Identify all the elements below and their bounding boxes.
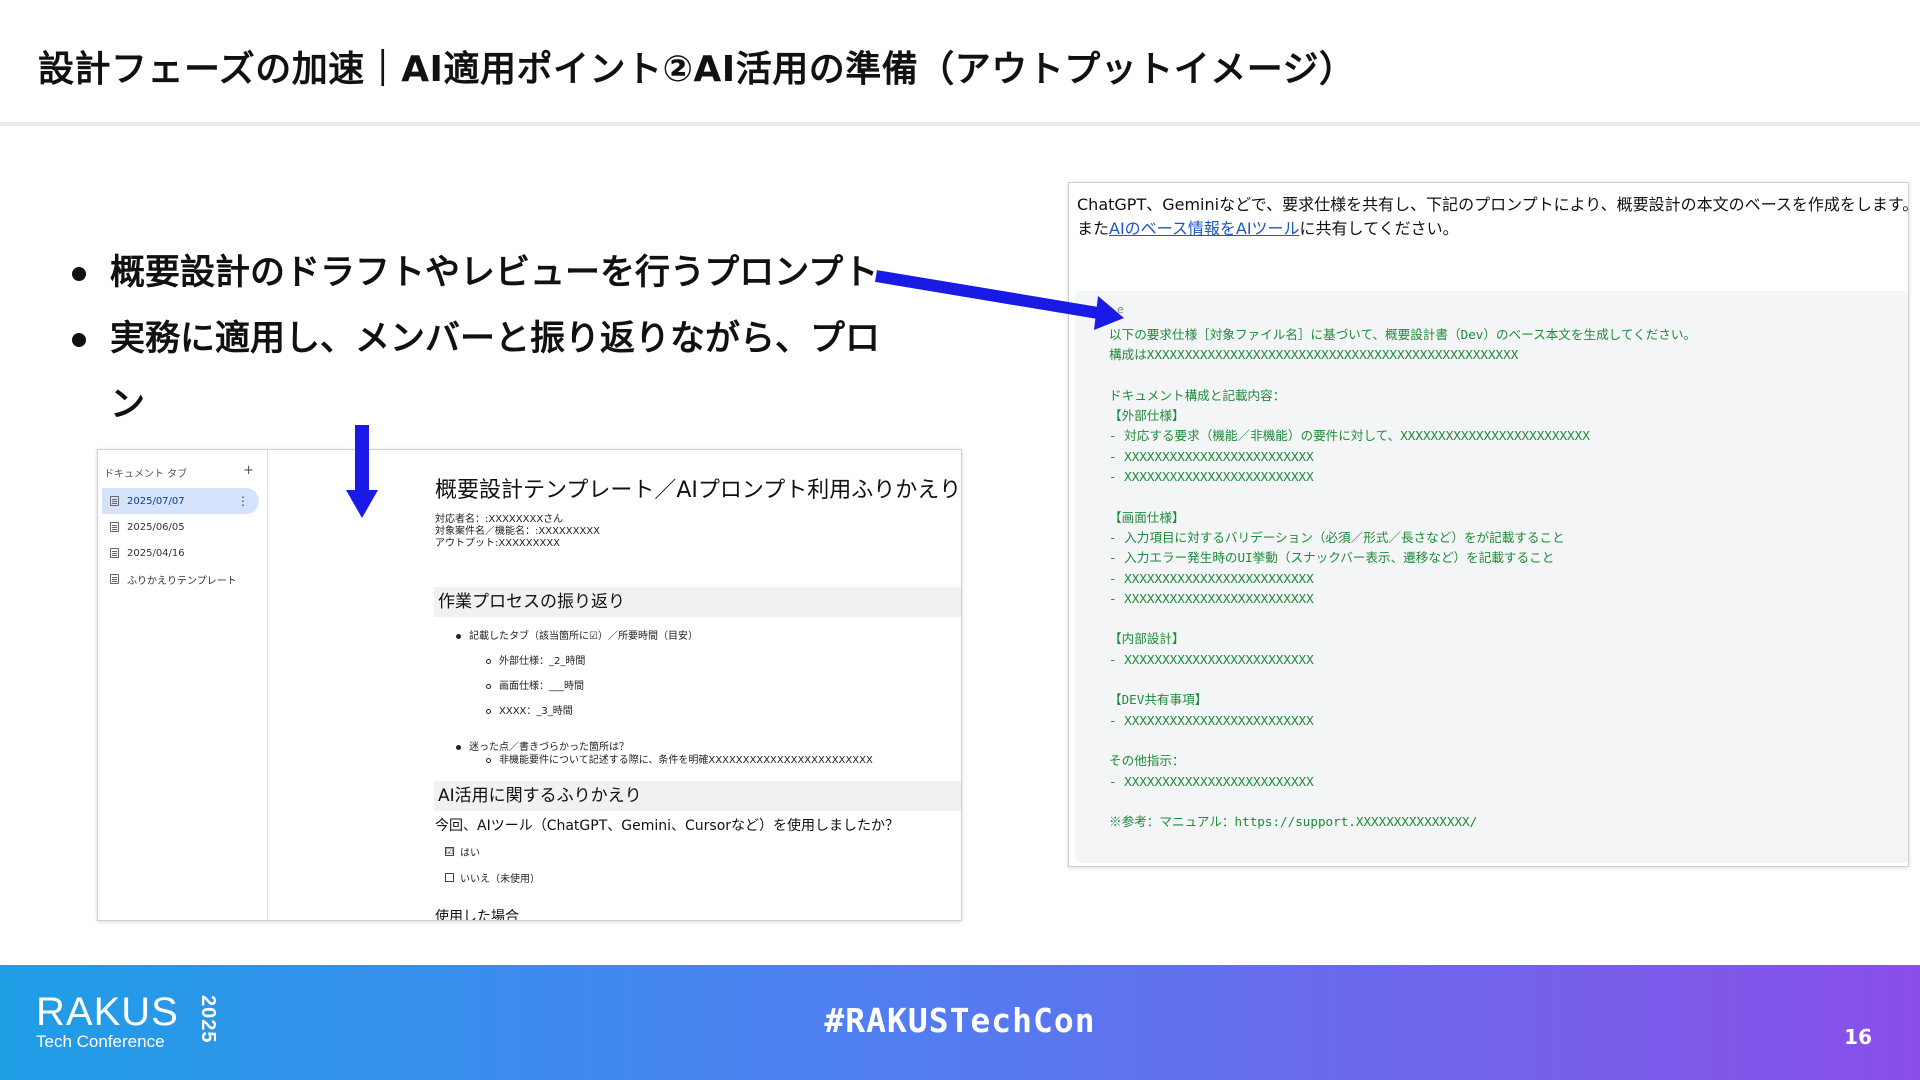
prompt-code-block: e 以下の要求仕様［対象ファイル名］に基づいて、概要設計書（Dev）のベース本文… [1075, 291, 1908, 863]
code-line: - 入力項目に対するバリデーション（必須／形式／長さなど）をが記載すること [1109, 529, 1565, 545]
doc-tab-2025-07-07[interactable]: 2025/07/07 ⋮ [102, 488, 259, 514]
slide-title: 設計フェーズの加速｜AI適用ポイント②AI活用の準備（アウトプットイメージ） [38, 49, 1356, 90]
code-line: - XXXXXXXXXXXXXXXXXXXXXXXXX [1109, 712, 1314, 728]
doc-meta-line: 対象案件名／機能名：:XXXXXXXXX [435, 526, 601, 537]
doc-meta-line: 対応者名：:XXXXXXXXさん [435, 514, 564, 525]
bullet-item: 概要設計のドラフトやレビューを行うプロンプト [70, 240, 910, 306]
checkbox-checked-icon: ☑ [445, 847, 454, 856]
code-line: 【画面仕様】 [1109, 509, 1185, 525]
prompt-intro: ChatGPT、Geminiなどで、要求仕様を共有し、下記のプロンプトにより、概… [1077, 193, 1909, 241]
document-tabs-header: ドキュメント タブ + [104, 463, 254, 480]
document-icon [110, 496, 119, 506]
doc-cut-text: 使用した場合 [435, 909, 519, 921]
bullet-text: 概要設計のドラフトやレビューを行うプロンプト [110, 253, 879, 293]
event-hashtag: #RAKUSTechCon [824, 1001, 1096, 1040]
code-line: 【DEV共有事項】 [1109, 692, 1208, 708]
code-line: - 入力エラー発生時のUI挙動（スナックバー表示、遷移など）を記載すること [1109, 550, 1555, 566]
title-divider [0, 122, 1920, 126]
doc-section-heading: AI活用に関するふりかえり [434, 781, 961, 811]
doc-tab-label: 2025/07/07 [127, 495, 185, 507]
code-line: ※参考：マニュアル：https://support.XXXXXXXXXXXXXX… [1109, 814, 1478, 830]
doc-tab-label: ふりかえりテンプレート [127, 575, 237, 587]
code-line: - 対応する要求（機能／非機能）の要件に対して、XXXXXXXXXXXXXXXX… [1109, 428, 1590, 444]
bullet-text: 実務に適用し、メンバーと振り返りながら、プロン [110, 319, 881, 425]
doc-sub-item: 画面仕様：___時間 [486, 677, 584, 692]
code-line: ドキュメント構成と記載内容： [1109, 387, 1286, 403]
footer-bar: RAKUS Tech Conference 2025 #RAKUSTechCon… [0, 965, 1920, 1080]
page-number: 16 [1844, 1025, 1872, 1049]
doc-tab-label: 2025/04/16 [127, 547, 185, 559]
code-line: その他指示： [1109, 753, 1185, 769]
document-tabs-sidebar: ドキュメント タブ + 2025/07/07 ⋮ 2025/06/05 2025… [98, 450, 268, 920]
doc-sub-item: 外部仕様：_2_時間 [486, 652, 585, 667]
document-icon [110, 574, 119, 584]
doc-tab-2025-04-16[interactable]: 2025/04/16 [102, 540, 259, 566]
doc-screenshot: ドキュメント タブ + 2025/07/07 ⋮ 2025/06/05 2025… [97, 449, 962, 921]
code-line: - XXXXXXXXXXXXXXXXXXXXXXXXX [1109, 448, 1314, 464]
doc-tab-template[interactable]: ふりかえりテンプレート [102, 566, 259, 592]
doc-title: 概要設計テンプレート／AIプロンプト利用ふりかえり [435, 478, 962, 503]
document-icon [110, 548, 119, 558]
code-line: 【外部仕様】 [1109, 408, 1185, 424]
code-block-label: e [1117, 303, 1124, 316]
doc-sub-item: 非機能要件について記述する際に、条件を明確XXXXXXXXXXXXXXXXXXX… [486, 751, 873, 766]
code-line: - XXXXXXXXXXXXXXXXXXXXXXXXX [1109, 469, 1314, 485]
code-line: - XXXXXXXXXXXXXXXXXXXXXXXXX [1109, 590, 1314, 606]
ai-base-info-link[interactable]: AIのベース情報をAIツール [1109, 219, 1300, 238]
checkbox-yes[interactable]: ☑ はい [445, 844, 480, 859]
checkbox-no[interactable]: いいえ（未使用） [445, 870, 540, 885]
doc-body: 概要設計テンプレート／AIプロンプト利用ふりかえり 対応者名：:XXXXXXXX… [268, 450, 961, 920]
code-line: - XXXXXXXXXXXXXXXXXXXXXXXXX [1109, 570, 1314, 586]
prompt-intro-line: またAIのベース情報をAIツールに共有してください。 [1077, 219, 1459, 238]
doc-meta: 対応者名：:XXXXXXXXさん 対象案件名／機能名：:XXXXXXXXX アウ… [435, 514, 600, 550]
code-line: 以下の要求仕様［対象ファイル名］に基づいて、概要設計書（Dev）のベース本文を生… [1109, 327, 1697, 342]
doc-section-heading: 作業プロセスの振り返り [434, 587, 961, 617]
doc-tab-2025-06-05[interactable]: 2025/06/05 [102, 514, 259, 540]
code-line: 構成はXXXXXXXXXXXXXXXXXXXXXXXXXXXXXXXXXXXXX… [1109, 347, 1519, 363]
doc-list-item: 記載したタブ（該当箇所に☑）／所要時間（目安） [456, 627, 698, 642]
checkbox-empty-icon [445, 873, 454, 882]
add-tab-icon[interactable]: + [243, 463, 254, 478]
prompt-code-text: 以下の要求仕様［対象ファイル名］に基づいて、概要設計書（Dev）のベース本文を生… [1109, 325, 1696, 832]
doc-sub-item: XXXX：_3_時間 [486, 702, 573, 717]
doc-tab-label: 2025/06/05 [127, 521, 185, 533]
code-line: - XXXXXXXXXXXXXXXXXXXXXXXXX [1109, 651, 1314, 667]
doc-question: 今回、AIツール（ChatGPT、Gemini、Cursorなど）を使用しました… [435, 818, 900, 834]
document-tabs-label: ドキュメント タブ [104, 469, 188, 480]
code-line: - XXXXXXXXXXXXXXXXXXXXXXXXX [1109, 773, 1314, 789]
doc-meta-line: アウトプット:XXXXXXXXX [435, 538, 561, 549]
prompt-screenshot: ChatGPT、Geminiなどで、要求仕様を共有し、下記のプロンプトにより、概… [1068, 182, 1909, 867]
document-icon [110, 522, 119, 532]
prompt-intro-line: ChatGPT、Geminiなどで、要求仕様を共有し、下記のプロンプトにより、概… [1077, 195, 1909, 214]
code-line: 【内部設計】 [1109, 631, 1185, 647]
more-vert-icon[interactable]: ⋮ [237, 494, 249, 508]
